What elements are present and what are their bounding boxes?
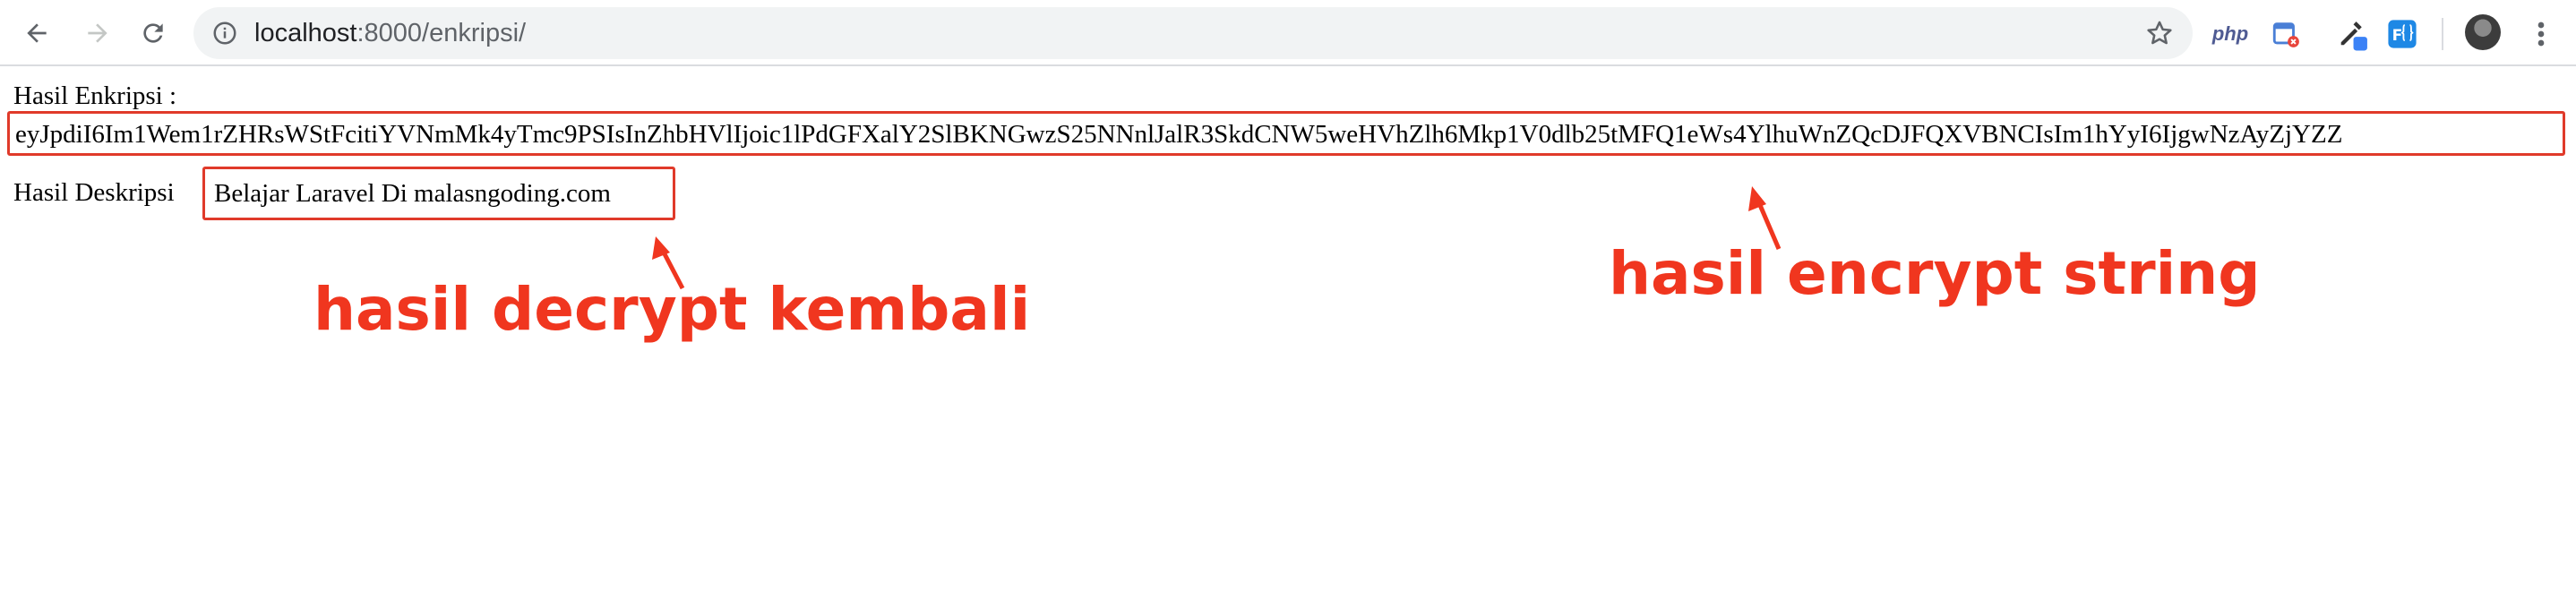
color-picker-icon[interactable] [2334, 16, 2370, 52]
decrypt-annotation: hasil decrypt kembali [313, 275, 1031, 344]
encrypt-annotation: hasil encrypt string [1609, 239, 2261, 308]
encrypt-label: Hasil Enkripsi : [13, 81, 177, 110]
avatar[interactable] [2465, 14, 2501, 50]
reload-icon[interactable] [134, 14, 172, 52]
info-icon[interactable] [211, 20, 238, 47]
address-bar[interactable]: localhost:8000/enkripsi/ [193, 7, 2193, 59]
url-path: :8000/enkripsi/ [356, 19, 527, 47]
toolbar-separator [2442, 18, 2443, 50]
decrypt-label: Hasil Deskripsi [13, 178, 175, 207]
forward-arrow-icon[interactable] [79, 14, 116, 52]
php-extension-icon[interactable]: php [2212, 16, 2248, 52]
fi-extension-icon[interactable]: F [2386, 16, 2418, 52]
decrypt-highlight-box: Belajar Laravel Di malasngoding.com [202, 167, 675, 220]
encrypt-value: eyJpdiI6Im1Wem1rZHRsWStFcitiYVNmMk4yTmc9… [15, 120, 2343, 149]
svg-text:F: F [2392, 27, 2403, 45]
url-host: localhost [254, 19, 357, 47]
browser-toolbar: localhost:8000/enkripsi/ php F [0, 0, 2576, 66]
more-vert-icon[interactable] [2528, 16, 2555, 52]
encrypt-highlight-box: eyJpdiI6Im1Wem1rZHRsWStFcitiYVNmMk4yTmc9… [7, 111, 2565, 156]
calendar-extension-icon[interactable] [2270, 16, 2302, 52]
back-arrow-icon[interactable] [18, 14, 56, 52]
url-text[interactable]: localhost:8000/enkripsi/ [254, 7, 526, 59]
star-icon[interactable] [2144, 18, 2175, 48]
decrypt-value: Belajar Laravel Di malasngoding.com [214, 179, 611, 208]
